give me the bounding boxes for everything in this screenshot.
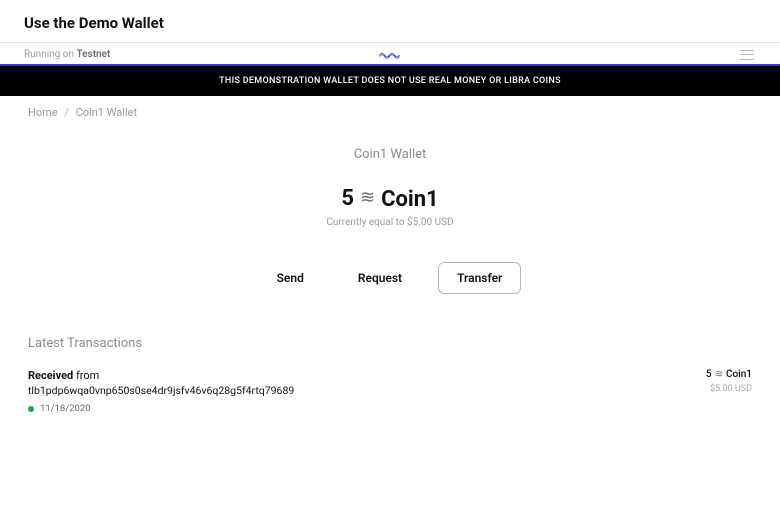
transaction-fiat: $5.00 USD	[662, 384, 752, 394]
transaction-row[interactable]: Received from tlb1pdp6wqa0vnp650s0se4dr9…	[28, 367, 752, 422]
breadcrumb-current: Coin1 Wallet	[76, 106, 137, 119]
wallet-title: Coin1 Wallet	[28, 147, 752, 162]
balance-token: Coin1	[381, 187, 439, 212]
menu-button[interactable]	[738, 50, 756, 60]
breadcrumb-separator: /	[64, 106, 69, 119]
action-buttons: Send Request Transfer	[28, 262, 752, 294]
send-button[interactable]: Send	[259, 262, 322, 294]
transaction-date: 11/18/2020	[40, 403, 91, 414]
transaction-info: Received from tlb1pdp6wqa0vnp650s0se4dr9…	[28, 369, 294, 414]
wallet-balance: 5 ≋ Coin1	[28, 186, 752, 211]
hamburger-icon	[740, 50, 754, 60]
disclaimer-banner: THIS DEMONSTRATION WALLET DOES NOT USE R…	[0, 66, 780, 96]
network-status: Running on Testnet	[24, 49, 110, 60]
transaction-address: tlb1pdp6wqa0vnp650s0se4dr9jsfv46v6q28g5f…	[28, 384, 294, 397]
network-prefix: Running on	[24, 49, 74, 60]
top-bar: Use the Demo Wallet	[0, 0, 780, 43]
network-name: Testnet	[76, 49, 110, 60]
transactions-heading: Latest Transactions	[28, 336, 752, 351]
page-title: Use the Demo Wallet	[24, 14, 756, 32]
balance-fiat: Currently equal to $5.00 USD	[28, 217, 752, 228]
transaction-token: Coin1	[726, 369, 752, 380]
app-root: Use the Demo Wallet Running on Testnet T…	[0, 0, 780, 520]
transaction-amount-value: 5	[706, 369, 712, 380]
breadcrumb-home[interactable]: Home	[28, 106, 58, 119]
approx-icon: ≋	[360, 187, 375, 208]
wave-icon	[379, 49, 401, 61]
transaction-from-word: from	[76, 369, 99, 382]
main-content: Home / Coin1 Wallet Coin1 Wallet 5 ≋Coin…	[0, 96, 780, 446]
transaction-meta: 11/18/2020	[28, 403, 294, 414]
approx-icon: ≋	[715, 369, 723, 380]
status-dot-icon	[28, 406, 34, 412]
balance-amount: 5	[341, 186, 354, 211]
status-bar: Running on Testnet	[0, 43, 780, 66]
breadcrumb: Home / Coin1 Wallet	[28, 106, 752, 119]
transaction-direction: Received	[28, 369, 73, 382]
brand-logo	[379, 49, 401, 61]
transaction-amount: 5 ≋Coin1 $5.00 USD	[662, 369, 752, 394]
transfer-button[interactable]: Transfer	[438, 262, 521, 294]
request-button[interactable]: Request	[340, 262, 420, 294]
